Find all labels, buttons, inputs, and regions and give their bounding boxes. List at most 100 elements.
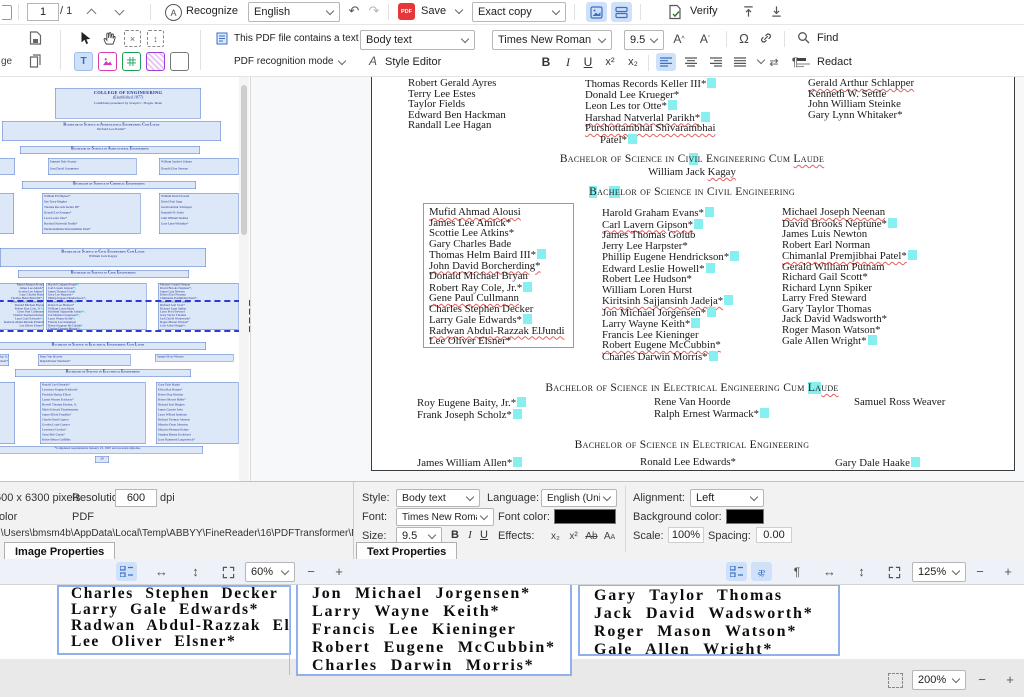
thumb-name-region[interactable]: Gary Dale HaakeEldon Ray Harper*Robert R… bbox=[156, 382, 239, 444]
delete-area-icon[interactable]: × bbox=[124, 30, 141, 47]
font-size-select[interactable]: 9.5 bbox=[624, 30, 664, 50]
doc-elec-column-3[interactable]: Gary Dale Haake bbox=[835, 457, 920, 469]
style-editor-button[interactable]: Style Editor bbox=[385, 56, 441, 68]
thumb-name-region[interactable]: William David PowellDavid Paul SappGeral… bbox=[159, 193, 239, 234]
verify-button[interactable]: Verify bbox=[690, 5, 718, 17]
thumb-name-region[interactable] bbox=[0, 193, 14, 234]
superscript-button[interactable]: x² bbox=[601, 54, 619, 70]
thumbnail-scrollbar[interactable] bbox=[239, 77, 249, 481]
save-button[interactable]: Save bbox=[421, 5, 446, 17]
closeup-zoom-in-button[interactable]: + bbox=[1002, 670, 1018, 688]
go-next-error-icon[interactable] bbox=[768, 3, 784, 19]
pdf-save-icon[interactable]: PDF bbox=[398, 3, 415, 20]
doc-top-column-1[interactable]: Robert Gerald AyresTerry Lee EstesTaylor… bbox=[408, 78, 506, 131]
align-more-chevron-icon[interactable] bbox=[757, 56, 765, 64]
closeup-zoom-out-button[interactable]: − bbox=[974, 670, 990, 688]
bold-button[interactable]: B bbox=[538, 54, 554, 70]
font-color-swatch[interactable] bbox=[554, 509, 616, 524]
zoom-in-button[interactable]: + bbox=[331, 562, 347, 580]
style-select[interactable]: Body text bbox=[396, 489, 480, 507]
page-number-input[interactable] bbox=[27, 3, 59, 21]
text-area-tool[interactable]: T bbox=[74, 52, 93, 71]
closeup-zoom-select[interactable]: 200% bbox=[912, 670, 966, 690]
elec-header[interactable]: Bachelor of Science in Electrical Engine… bbox=[371, 439, 1013, 451]
table-area-tool[interactable] bbox=[122, 52, 141, 71]
effect-smallcaps-icon[interactable]: Aa bbox=[602, 529, 617, 543]
thumb-footnote-region[interactable]: *Completed requirements January 23, 1967… bbox=[0, 446, 203, 454]
recognition-area-tool[interactable] bbox=[170, 52, 189, 71]
italic-toggle[interactable]: I bbox=[464, 527, 476, 543]
text-thumbnail-view-icon[interactable] bbox=[726, 562, 747, 581]
copy-page-icon[interactable] bbox=[27, 53, 43, 69]
pan-hand-icon[interactable] bbox=[100, 29, 118, 47]
go-previous-error-icon[interactable] bbox=[740, 3, 756, 19]
thumb-elec-header-region[interactable]: Bachelor of Science in Electrical Engine… bbox=[15, 369, 191, 377]
language-select[interactable]: English bbox=[248, 2, 340, 22]
font-family-select[interactable]: Times New Roman bbox=[492, 30, 612, 50]
doc-civil-column-1[interactable]: Mufid Ahmad AlousiJames Lee Amick*Scotti… bbox=[429, 207, 565, 347]
thumb-name-region[interactable]: Samuel Ross Weaver bbox=[155, 354, 234, 362]
text-editor-pane[interactable]: Robert Gerald AyresTerry Lee EstesTaylor… bbox=[251, 77, 1024, 481]
align-right-button[interactable] bbox=[706, 53, 726, 71]
increase-font-icon[interactable]: A^ bbox=[670, 31, 688, 47]
text-properties-tab[interactable]: Text Properties bbox=[356, 542, 457, 560]
page-thumbnail[interactable]: COLLEGE OF ENGINEERING (Established 1877… bbox=[0, 77, 250, 481]
thumbnail-view-icon[interactable] bbox=[116, 562, 137, 581]
doc-elec-column-2[interactable]: Ronald Lee Edwards* bbox=[640, 457, 736, 468]
thumb-name-region[interactable]: Rene Van HoordeRalph Ernest Warmack* bbox=[38, 354, 131, 366]
thumb-name-region[interactable]: William Eli Haynes*Jim Tracy HughesThoma… bbox=[42, 193, 141, 234]
effect-superscript-icon[interactable]: x² bbox=[566, 529, 581, 543]
closeup-region-3[interactable]: Gary Taylor ThomasJack David Wadsworth*R… bbox=[578, 585, 840, 656]
thumb-title-region[interactable]: COLLEGE OF ENGINEERING (Established 1877… bbox=[55, 88, 201, 119]
background-color-swatch[interactable] bbox=[726, 509, 764, 524]
justify-button[interactable] bbox=[730, 53, 750, 71]
reorder-area-icon[interactable]: ↕ bbox=[147, 30, 164, 47]
resolution-input[interactable] bbox=[115, 489, 157, 507]
effect-strikethrough-icon[interactable]: Ab bbox=[584, 529, 599, 543]
closeup-region-1[interactable]: Charles Stephen Decker Larry Gale Edward… bbox=[57, 585, 291, 655]
thumb-civil-cum-laude-region[interactable]: Bachelor of Science in Civil Engineering… bbox=[0, 248, 206, 267]
underline-button[interactable]: U bbox=[580, 54, 596, 70]
picture-area-tool[interactable] bbox=[98, 52, 117, 71]
redo-icon[interactable]: ↷ bbox=[366, 3, 382, 19]
formatting-marks-icon[interactable]: ¶ bbox=[789, 562, 805, 581]
spacing-input[interactable]: 0.00 bbox=[756, 527, 792, 543]
subscript-button[interactable]: x₂ bbox=[624, 54, 642, 70]
fit-page-icon[interactable] bbox=[219, 563, 237, 581]
align-center-button[interactable] bbox=[681, 53, 701, 71]
thumb-elec-cum-laude-header-region[interactable]: Bachelor of Science in Electrical Engine… bbox=[0, 342, 206, 350]
doc-elec-cl-column-3[interactable]: Samuel Ross Weaver bbox=[854, 397, 945, 408]
select-cursor-icon[interactable] bbox=[76, 29, 94, 47]
doc-elec-cl-column-2[interactable]: Rene Van HoordeRalph Ernest Warmack* bbox=[654, 397, 769, 419]
recognition-mode-dropdown[interactable]: PDF recognition mode bbox=[234, 56, 351, 67]
thumb-agri-cum-laude-region[interactable]: Bachelor of Science in Agricultural Engi… bbox=[2, 121, 221, 141]
thumb-name-region[interactable]: Emmett Dale FrazierJean David Gatzmeyer bbox=[48, 158, 137, 175]
italic-button[interactable]: I bbox=[560, 54, 576, 70]
civil-cum-laude-name[interactable]: William Jack Kagay bbox=[371, 166, 1013, 178]
underline-toggle[interactable]: U bbox=[478, 527, 490, 543]
doc-top-column-2[interactable]: Thomas Records Keller III*Donald Lee Kru… bbox=[585, 78, 716, 145]
font-select-props[interactable]: Times New Roman bbox=[396, 508, 494, 526]
closeup-region-2[interactable]: Jon Michael Jorgensen*Larry Wayne Keith*… bbox=[296, 585, 572, 676]
zoom-out-button[interactable]: − bbox=[303, 562, 319, 580]
doc-elec-column-1[interactable]: James William Allen* bbox=[417, 457, 522, 469]
fit-height-icon[interactable]: ↕ bbox=[186, 562, 205, 581]
thumb-name-region[interactable]: Ronald Lee Edwards*Lawrence Eugene Kirkw… bbox=[40, 382, 146, 444]
hyperlink-icon[interactable] bbox=[758, 30, 774, 46]
page-up-icon[interactable] bbox=[84, 5, 98, 19]
doc-civil-column-3[interactable]: Michael Joseph NeenanDavid Brooks Neptun… bbox=[782, 207, 917, 347]
image-properties-tab[interactable]: Image Properties bbox=[4, 542, 115, 560]
decrease-font-icon[interactable]: Aˇ bbox=[696, 31, 714, 47]
civil-cum-laude-header[interactable]: Bachelor of Science in Civil Engineering… bbox=[371, 153, 1013, 165]
thumb-name-region[interactable]: William Sanford GehnerDonald Glen Steven… bbox=[159, 158, 239, 175]
spellcheck-icon[interactable]: æ~ bbox=[751, 562, 772, 581]
text-zoom-out-button[interactable]: − bbox=[972, 562, 988, 580]
paragraph-style-select[interactable]: Body text bbox=[360, 30, 475, 50]
image-panel-toggle[interactable] bbox=[586, 2, 607, 22]
layout-mode-select[interactable]: Exact copy bbox=[472, 2, 566, 22]
thumb-agri-header-region[interactable]: Bachelor of Science in Agricultural Engi… bbox=[20, 146, 200, 154]
undo-icon[interactable]: ↶ bbox=[346, 3, 362, 19]
civil-header[interactable]: Bachelor of Science in Civil Engineering bbox=[371, 186, 1013, 198]
text-fit-height-icon[interactable]: ↕ bbox=[852, 562, 871, 581]
recognize-button[interactable]: Recognize bbox=[186, 5, 238, 17]
